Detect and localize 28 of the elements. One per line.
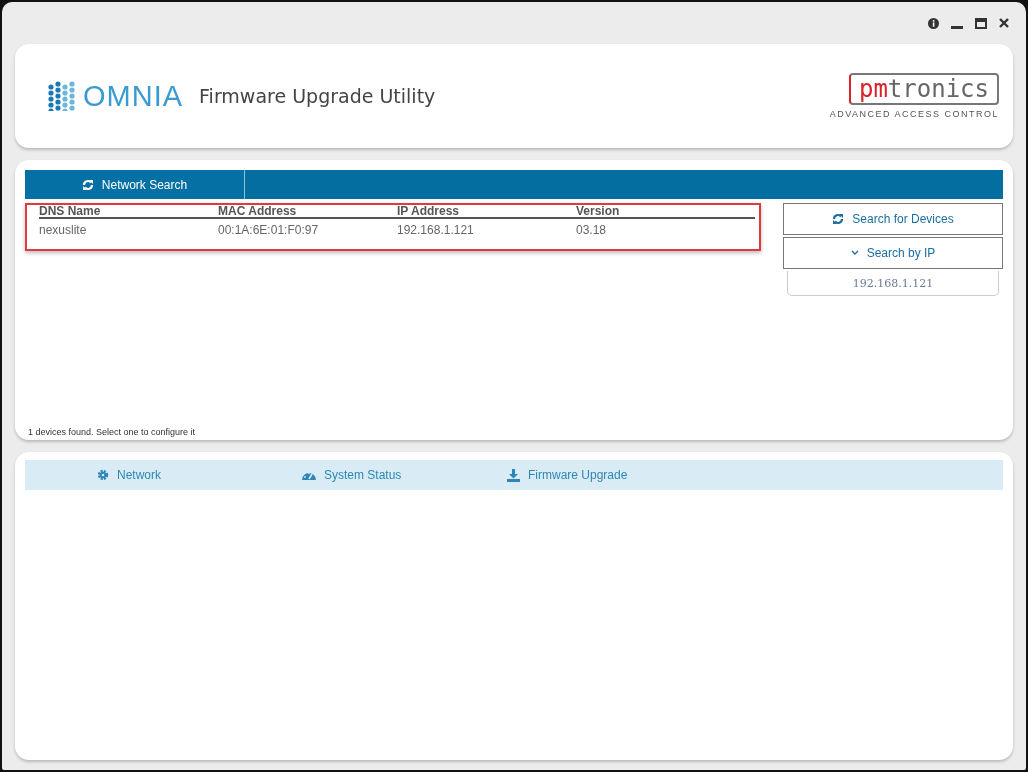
brand-tagline: ADVANCED ACCESS CONTROL xyxy=(829,109,999,119)
maximize-icon[interactable] xyxy=(975,17,987,29)
table-cell-text: nexuslite xyxy=(39,223,88,237)
info-icon[interactable] xyxy=(928,17,939,29)
column-header: DNS Name xyxy=(39,205,102,217)
gear-icon xyxy=(97,469,109,481)
column-header: Version xyxy=(576,205,621,217)
ip-address-field[interactable]: 192.168.1.121 xyxy=(787,271,999,296)
device-row[interactable]: nexuslite 00:1A:6E:01:F0:97 192.168.1.121 03.18 xyxy=(39,219,755,237)
table-cell-text: 03.18 xyxy=(576,223,608,237)
column-header: MAC Address xyxy=(218,205,298,217)
refresh-icon xyxy=(832,213,845,225)
download-icon xyxy=(507,468,520,482)
brand-logo: pmtronics xyxy=(848,73,999,105)
table-cell-text: 00:1A:6E:01:F0:97 xyxy=(218,223,320,237)
search-devices-button[interactable]: Search for Devices xyxy=(783,203,1003,235)
logo-text: OMNIA xyxy=(83,79,184,113)
nav-tab[interactable]: System Status xyxy=(296,460,501,490)
nav-tab[interactable]: Firmware Upgrade xyxy=(501,460,706,490)
nav-tab[interactable]: Network xyxy=(91,460,296,490)
refresh-icon xyxy=(81,178,94,191)
close-icon[interactable] xyxy=(999,18,1009,28)
chevron-icon xyxy=(850,250,859,256)
app-title: Firmware Upgrade Utility xyxy=(199,85,436,107)
status-text: 1 devices found. Select one to configure it xyxy=(27,427,197,439)
column-header: IP Address xyxy=(397,205,461,217)
table-cell-text: 192.168.1.121 xyxy=(397,223,475,237)
search-by-ip-button[interactable]: Search by IP xyxy=(783,237,1003,269)
